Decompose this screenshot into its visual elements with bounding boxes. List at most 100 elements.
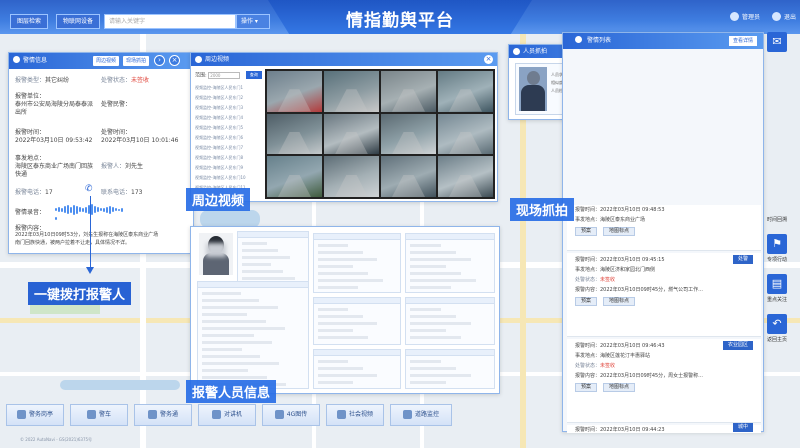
video-icon [195,56,202,63]
toolbar-button-1[interactable]: 警务岗亭 [6,404,64,426]
waveform-bar [94,206,96,213]
camera-list-item[interactable]: 视频监控-海陵区人民东门10 [195,173,263,183]
camera-list-item[interactable]: 视频监控-海陵区人民东门4 [195,113,263,123]
home-button[interactable]: ↶ 返回主页 [762,314,792,343]
alert-list-header: 警情列表 查看详情 [563,33,763,49]
alert-list-item[interactable]: 报警时间：2022年03月10日 09:48:53 事发地点：海陵区泰东商业广场… [567,205,761,251]
content-line1: 2022年03月10日09时53分，刘先生报称在海陵区泰东商业广场 [15,232,159,238]
nearby-video-tab[interactable]: 周边视频 [93,56,120,66]
video-road-shape [335,89,368,112]
toolbar-button-4[interactable]: 对讲机 [198,404,256,426]
camera-list-item[interactable]: 视频监控-海陵区人民东门3 [195,103,263,113]
video-road-shape [449,174,482,197]
plan-button[interactable]: 预案 [575,297,598,306]
camera-list-item[interactable]: 视频监控-海陵区人民东门5 [195,123,263,133]
video-feed-cell[interactable] [267,113,322,155]
camera-list-item[interactable]: 视频监控-海陵区人民东门8 [195,153,263,163]
plan-button[interactable]: 预案 [575,227,598,236]
top-header: 情指勤舆平台 图层检索 物联网设备 请输入关键字 操作 ▾ 管理员 退出 [0,0,800,34]
video-wall[interactable] [265,69,495,199]
scene-capture-tab[interactable]: 现场抓拍 [123,56,150,66]
toolbar-button-2[interactable]: 警车 [70,404,128,426]
video-feed-cell[interactable] [324,71,379,112]
toolbar-item-icon [86,410,96,419]
layer-search-button[interactable]: 图层检索 [10,14,49,29]
camera-list: 视频监控-海陵区人民东门1 视频监控-海陵区人民东门2 视频监控-海陵区人民东门3 视… [195,83,263,193]
toolbar-item-icon [274,410,284,419]
video-feed-cell[interactable] [438,156,493,197]
alert-info-header: 警情信息 周边视频 现场抓拍 › × [9,53,193,69]
camera-list-item[interactable]: 视频监控-海陵区人民东门7 [195,143,263,153]
camera-list-item[interactable]: 视频监控-海陵区人民东门1 [195,83,263,93]
callout-scene-capture: 现场抓拍 [510,198,575,221]
map-copyright: © 2022 AutoNavi - GS(2021)6375号 [20,437,93,442]
waveform-bar [109,205,111,214]
waveform-bar [70,206,72,213]
time-backtrack-button[interactable]: 时间回溯 [762,216,792,223]
video-feed-cell[interactable] [438,113,493,155]
plan-button[interactable]: 预案 [575,383,598,392]
alert-status: 处警状态：未签收 [101,77,150,84]
message-button[interactable]: ✉ [762,32,792,54]
focus-button[interactable]: ▤ 重点关注 [762,274,792,303]
video-feed-cell[interactable] [324,156,379,197]
video-feed-cell[interactable] [381,156,436,197]
video-feed-cell[interactable] [267,71,322,112]
camera-icon [513,48,520,55]
caller-info-card [405,297,495,345]
waveform-bar [91,204,93,215]
toolbar-item-icon [147,410,157,419]
waveform-bar [121,207,123,212]
waveform-bar [112,207,114,212]
waveform-bar [82,207,84,212]
video-feed-cell[interactable] [438,71,493,112]
user-menu[interactable]: 管理员 [730,12,760,21]
nearby-video-panel: 周边视频 × 范围: 2000 查询 视频监控-海陵区人民东门1 视频监控-海陵区… [190,52,498,202]
video-feed-cell[interactable] [381,113,436,155]
flag-icon: ⚑ [767,234,787,254]
caller-info-card [313,349,401,389]
waveform-bar [55,217,57,220]
logout-button[interactable]: 退出 [772,12,796,21]
operation-select[interactable]: 操作 ▾ [236,14,270,29]
close-icon[interactable]: × [484,55,493,64]
waveform-bar [97,207,99,212]
toolbar-button-3[interactable]: 警务通 [134,404,192,426]
map-mark-button[interactable]: 地图标点 [602,227,635,236]
video-road-shape [392,89,425,112]
alert-list-item[interactable]: 城中 报警时间：2022年03月10日 09:44:23 [567,423,761,433]
capture-face-image [519,67,547,111]
camera-list-item[interactable]: 视频监控-海陵区人民东门6 [195,133,263,143]
toolbar-button-6[interactable]: 社会视频 [326,404,384,426]
toolbar-button-7[interactable]: 道路监控 [390,404,452,426]
toolbar-item-icon [211,410,221,419]
video-feed-cell[interactable] [324,113,379,155]
view-detail-button[interactable]: 查看详情 [728,36,757,46]
caller-info-card [197,281,309,389]
map-mark-button[interactable]: 地图标点 [602,383,635,392]
phone-icon[interactable]: ✆ [85,184,93,194]
camera-list-item[interactable]: 视频监控-海陵区人民东门2 [195,93,263,103]
range-input[interactable]: 2000 [208,71,241,79]
range-search-button[interactable]: 查询 [245,71,262,79]
forward-icon[interactable]: › [154,55,165,66]
header-search-input[interactable]: 请输入关键字 [104,14,236,29]
waveform-bar [85,206,87,213]
special-action-button[interactable]: ⚑ 专项行动 [762,234,792,263]
camera-list-item[interactable]: 视频监控-海陵区人民东门9 [195,163,263,173]
waveform-bar [55,208,57,211]
dispatch-time-value: 2022年03月10日 10:01:46 [101,137,179,144]
waveform-bar [115,208,117,211]
video-feed-cell[interactable] [381,71,436,112]
alert-list-item[interactable]: 处警 报警时间：2022年03月10日 09:45:15 事发地点：海陵区济和家… [567,253,761,337]
toolbar-button-5[interactable]: 4G图传 [262,404,320,426]
close-icon[interactable]: × [169,55,180,66]
waveform-bar [100,208,102,211]
iot-device-button[interactable]: 物联网设备 [56,14,101,29]
map-mark-button[interactable]: 地图标点 [602,297,635,306]
toolbar-item-icon [402,410,412,419]
waveform-bar [103,207,105,212]
alert-list-item[interactable]: 农业园区 报警时间：2022年03月10日 09:46:43 事发地点：海陵区莲… [567,339,761,423]
power-icon [772,12,781,21]
video-feed-cell[interactable] [267,156,322,197]
